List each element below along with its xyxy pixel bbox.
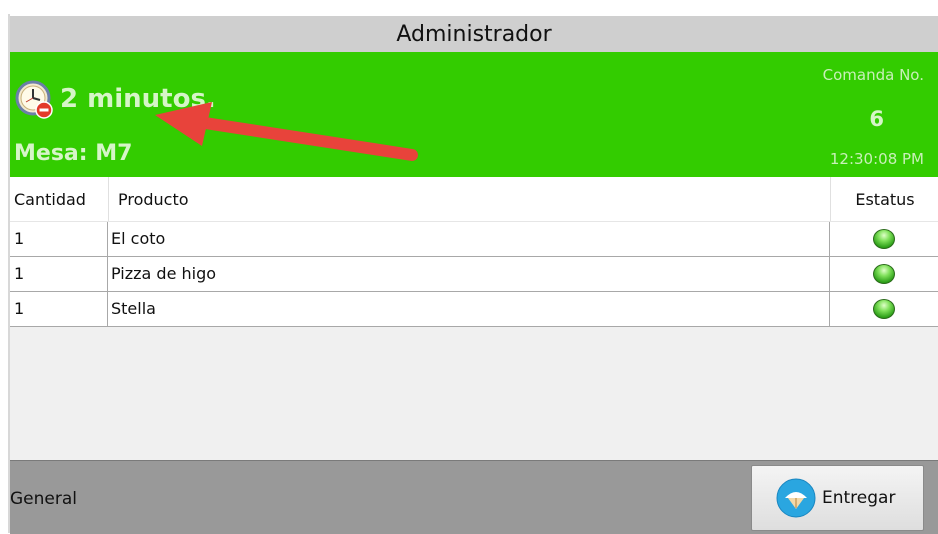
window-title: Administrador <box>10 16 938 52</box>
deliver-button-label: Entregar <box>822 488 896 508</box>
table-label: Mesa: M7 <box>14 141 133 166</box>
order-footer: General Entregar <box>10 460 938 534</box>
cell-cantidad: 1 <box>10 222 108 256</box>
cell-producto: El coto <box>108 222 830 256</box>
order-time: 12:30:08 PM <box>829 150 924 168</box>
green-status-icon <box>873 299 895 319</box>
cell-estatus <box>830 292 938 326</box>
annotation-arrow-icon <box>155 102 418 161</box>
deliver-icon <box>776 478 816 518</box>
order-items-table: Cantidad Producto Estatus 1 El coto 1 Pi… <box>10 177 938 460</box>
green-status-icon <box>873 229 895 249</box>
order-panel: Administrador 2 minutos. Mesa: M7 Comand… <box>0 0 938 534</box>
cell-producto: Pizza de higo <box>108 257 830 291</box>
column-header-producto[interactable]: Producto <box>108 177 189 221</box>
table-body: 1 El coto 1 Pizza de higo 1 Stella <box>10 222 938 327</box>
green-status-icon <box>873 264 895 284</box>
deliver-button[interactable]: Entregar <box>751 465 924 531</box>
order-label: Comanda No. <box>822 66 924 84</box>
table-row[interactable]: 1 El coto <box>10 222 938 257</box>
clock-icon <box>15 80 53 119</box>
cell-producto: Stella <box>108 292 830 326</box>
category-label: General <box>10 489 77 509</box>
order-number: 6 <box>869 107 884 131</box>
column-header-estatus[interactable]: Estatus <box>830 177 938 221</box>
cell-estatus <box>830 257 938 291</box>
cell-estatus <box>830 222 938 256</box>
cell-cantidad: 1 <box>10 292 108 326</box>
table-row[interactable]: 1 Pizza de higo <box>10 257 938 292</box>
table-header: Cantidad Producto Estatus <box>10 177 938 222</box>
cell-cantidad: 1 <box>10 257 108 291</box>
column-header-cantidad[interactable]: Cantidad <box>14 177 86 221</box>
table-row[interactable]: 1 Stella <box>10 292 938 327</box>
